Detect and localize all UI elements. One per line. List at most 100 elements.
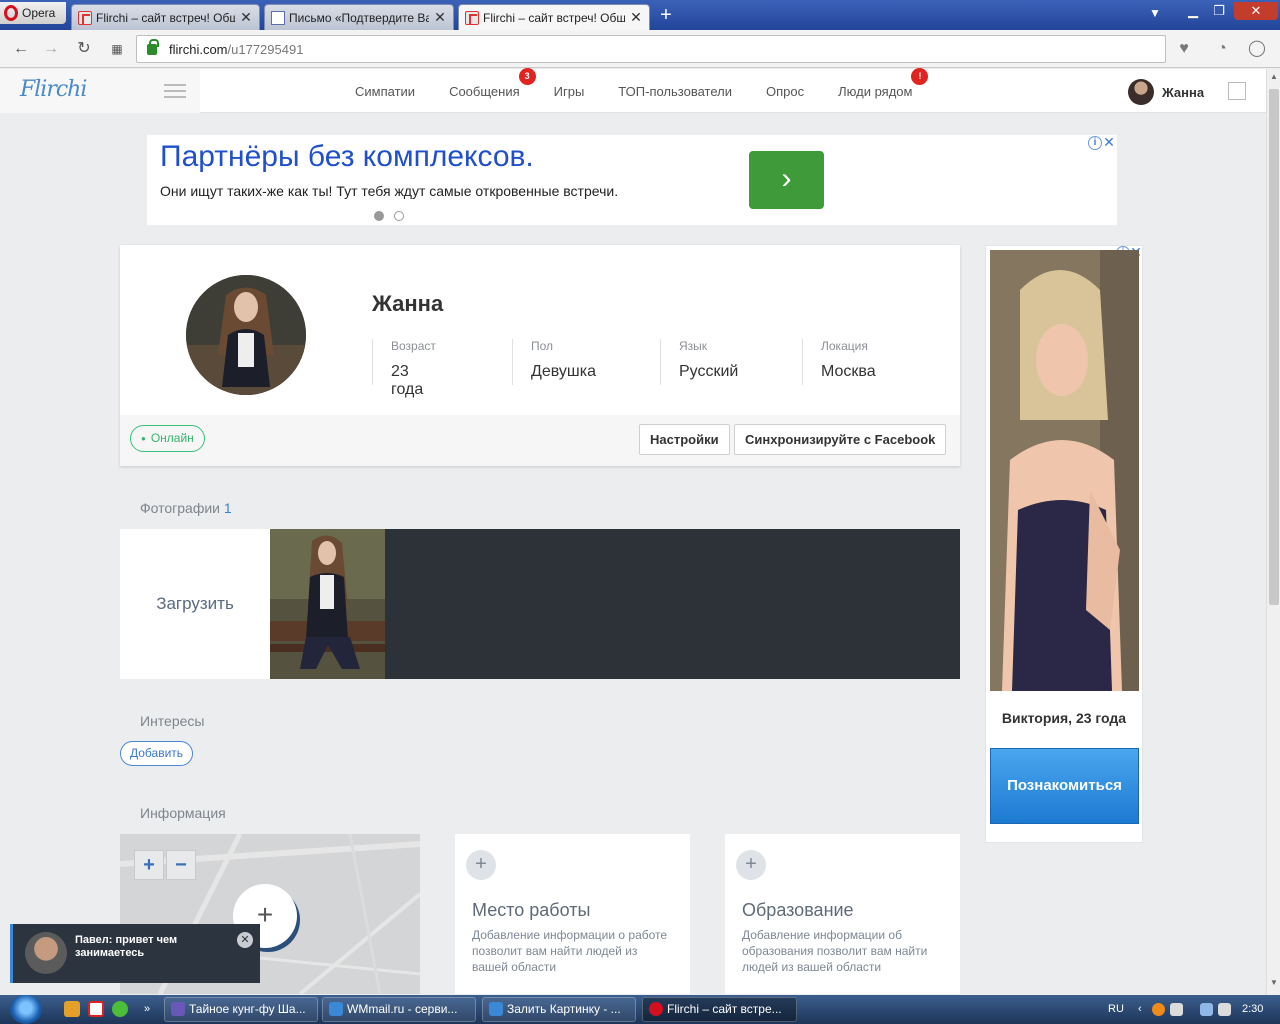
education-info-card[interactable]: + Образование Добавление информации об о…	[725, 834, 960, 994]
ad-close-icon[interactable]: ✕	[1102, 135, 1116, 150]
menu-item-people-nearby[interactable]: Люди рядом !	[838, 67, 929, 99]
menu-item-poll[interactable]: Опрос	[766, 84, 804, 99]
plus-icon[interactable]: +	[466, 850, 496, 880]
account-icon[interactable]: ◯	[1244, 38, 1270, 60]
window-close-button[interactable]: ✕	[1234, 2, 1278, 20]
forward-arrow-icon[interactable]: →	[40, 38, 62, 60]
ad-banner[interactable]: Партнёры без комплексов. Они ищут таких-…	[147, 135, 1117, 225]
profile-card: Жанна Возраст 23 года Пол Девушка Язык Р…	[120, 245, 960, 466]
browser-tab-1[interactable]: Flirchi – сайт встреч! Общ ✕	[71, 4, 260, 30]
scroll-down-icon[interactable]: ▼	[1270, 979, 1278, 987]
menu-item-games[interactable]: Игры	[554, 84, 585, 99]
taskbar-item-active[interactable]: Flirchi – сайт встре...	[642, 997, 797, 1022]
profile-name: Жанна	[372, 291, 444, 316]
browser-tab-3-active[interactable]: Flirchi – сайт встреч! Общ ✕	[458, 4, 650, 30]
expand-icon[interactable]	[1228, 82, 1246, 100]
scroll-up-icon[interactable]: ▲	[1270, 73, 1278, 81]
add-interest-button[interactable]: Добавить	[120, 741, 194, 766]
flirchi-logo[interactable]: Flirchi	[20, 77, 87, 102]
address-bar[interactable]: flirchi.com /u177295491	[136, 35, 1166, 63]
meet-button[interactable]: Познакомиться	[990, 748, 1139, 824]
settings-button[interactable]: Настройки	[639, 424, 730, 455]
task-label: Тайное кунг-фу Ша...	[189, 1002, 306, 1016]
ad-title[interactable]: Партнёры без комплексов.	[160, 140, 534, 174]
education-card-desc: Добавление информации об образования поз…	[742, 928, 928, 974]
start-button[interactable]	[10, 995, 42, 1024]
menu-item-messages[interactable]: Сообщения 3	[449, 67, 536, 99]
tab-title: Flirchi – сайт встреч! Общ	[96, 10, 235, 25]
carousel-dot-active[interactable]	[374, 211, 384, 221]
browser-tab-2[interactable]: Письмо «Подтвердите Ваш ✕	[264, 4, 454, 30]
opera-icon	[649, 1002, 663, 1016]
message-notification[interactable]: Павел: привет чем занимаетесь ✕	[10, 924, 260, 983]
menu-item-top-users[interactable]: ТОП-пользователи	[618, 84, 732, 99]
close-icon[interactable]: ✕	[629, 9, 643, 26]
scroll-thumb[interactable]	[1269, 89, 1279, 605]
opera-menu-button[interactable]: Opera	[0, 2, 66, 24]
taskbar-item[interactable]: WMmail.ru - серви...	[322, 997, 476, 1022]
user-menu[interactable]: Жанна	[1128, 79, 1204, 105]
tab-menu-icon[interactable]: ▼	[1146, 6, 1164, 24]
taskbar-item[interactable]: Залить Картинку - ...	[482, 997, 636, 1022]
yandex-icon[interactable]	[88, 1001, 104, 1017]
heart-icon[interactable]: ♥	[1171, 38, 1197, 60]
taskbar-item[interactable]: Тайное кунг-фу Ша...	[164, 997, 318, 1022]
page-scrollbar[interactable]: ▲ ▼	[1266, 69, 1280, 995]
clock[interactable]: 2:30	[1242, 995, 1263, 1024]
flirchi-icon	[78, 10, 92, 25]
task-label: Flirchi – сайт встре...	[667, 1002, 782, 1016]
speed-dial-grid-icon[interactable]: ▦	[106, 38, 128, 60]
close-icon[interactable]: ✕	[237, 932, 253, 948]
map-zoom-in-button[interactable]: +	[134, 850, 164, 880]
hamburger-menu-icon[interactable]	[164, 84, 186, 98]
quicklaunch-more-icon[interactable]: »	[144, 995, 150, 1024]
field-gender: Пол Девушка	[512, 339, 596, 385]
field-age: Возраст 23 года	[372, 339, 436, 398]
maximize-button[interactable]: ❐	[1206, 2, 1232, 20]
tray-speaker-icon[interactable]	[1170, 1003, 1183, 1016]
media-player-icon[interactable]	[64, 1001, 80, 1017]
profile-card-footer: Онлайн Настройки Синхронизируйте с Faceb…	[120, 415, 960, 466]
language-indicator[interactable]: RU	[1108, 995, 1124, 1024]
status-badge: Онлайн	[130, 425, 205, 452]
messages-badge: 3	[518, 67, 536, 85]
side-ad[interactable]: i ✕ Виктория, 23 года Познакомиться	[985, 245, 1143, 843]
flirchi-icon	[465, 10, 479, 25]
ad-info-icon[interactable]: i	[1088, 136, 1102, 150]
menu-item-likes[interactable]: Симпатии	[355, 84, 415, 99]
windows-taskbar: » Тайное кунг-фу Ша... WMmail.ru - серви…	[0, 995, 1280, 1024]
photo-thumbnail[interactable]	[270, 529, 385, 679]
back-arrow-icon[interactable]: ←	[10, 38, 32, 60]
photos-count[interactable]: 1	[224, 500, 232, 516]
task-label: Залить Картинку - ...	[507, 1002, 621, 1016]
turbo-icon[interactable]: ◔	[1209, 38, 1235, 60]
work-card-desc: Добавление информации о работе позволит …	[472, 928, 668, 974]
plus-icon[interactable]: +	[736, 850, 766, 880]
ad-go-button[interactable]: ›	[749, 151, 824, 209]
facebook-sync-button[interactable]: Синхронизируйте с Facebook	[734, 424, 947, 455]
network-icon[interactable]	[1200, 1003, 1213, 1016]
reload-icon[interactable]: ↻	[73, 38, 95, 60]
map-zoom-out-button[interactable]: −	[166, 850, 196, 880]
close-icon[interactable]: ✕	[239, 9, 253, 26]
volume-icon[interactable]	[1218, 1003, 1231, 1016]
education-card-title: Образование	[742, 900, 854, 920]
upload-photo-button[interactable]: Загрузить	[120, 529, 270, 679]
lock-icon	[147, 38, 159, 55]
menu-item-label: Опрос	[765, 83, 805, 99]
tab-title: Письмо «Подтвердите Ваш	[289, 10, 429, 25]
close-icon[interactable]: ✕	[433, 9, 447, 26]
carousel-dot[interactable]	[394, 211, 404, 221]
minimize-button[interactable]: ▁	[1180, 2, 1206, 20]
tray-expand-icon[interactable]: ‹	[1138, 995, 1142, 1024]
tray-app-icon[interactable]	[1152, 1003, 1165, 1016]
avatar	[1128, 79, 1154, 105]
icq-icon[interactable]	[112, 1001, 128, 1017]
work-info-card[interactable]: + Место работы Добавление информации о р…	[455, 834, 690, 994]
profile-photo[interactable]	[186, 275, 306, 395]
ie-icon	[329, 1002, 343, 1016]
people-nearby-badge: !	[911, 67, 929, 85]
new-tab-button[interactable]: +	[656, 5, 676, 26]
side-ad-photo[interactable]	[990, 250, 1139, 691]
field-value: Русский	[679, 363, 739, 380]
